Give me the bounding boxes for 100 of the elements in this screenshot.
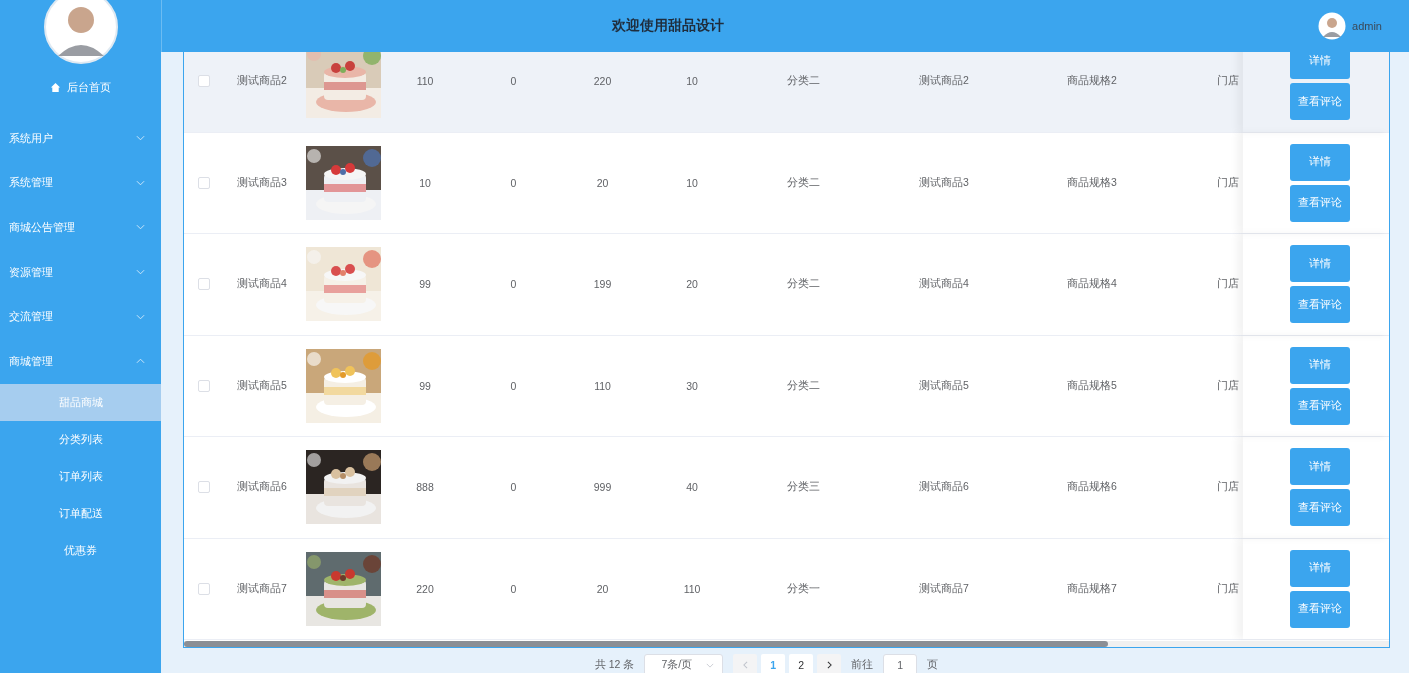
table-cell-text: 999: [592, 480, 613, 496]
home-link[interactable]: 后台首页: [0, 73, 161, 101]
submenu-item[interactable]: 分类列表: [0, 420, 161, 458]
table-cell-text: 分类二: [785, 377, 821, 393]
table-cell-text: 测试商品6: [918, 479, 970, 495]
table-cell-text: 分类三: [785, 479, 821, 495]
action-button[interactable]: 查看评论: [1289, 83, 1350, 121]
row-checkbox[interactable]: [198, 582, 210, 595]
page-input[interactable]: 1: [883, 654, 918, 673]
table-cell-text: 20: [595, 175, 610, 191]
row-checkbox[interactable]: [198, 379, 210, 392]
next-page-button[interactable]: [817, 654, 842, 673]
menu-label: 系统管理: [9, 175, 53, 191]
action-button[interactable]: 查看评论: [1289, 184, 1350, 222]
row-checkbox[interactable]: [198, 481, 210, 494]
table-cell-text: 测试商品3: [918, 174, 970, 190]
table-cell: 门店: [1217, 378, 1239, 393]
chevron-down-icon: [136, 313, 145, 320]
table-cell-text: 10: [418, 175, 432, 191]
menu-item[interactable]: 商城公告管理: [0, 205, 161, 250]
action-button[interactable]: 详情: [1289, 346, 1350, 384]
action-button[interactable]: 详情: [1289, 549, 1350, 587]
table-cell-text: 99: [418, 277, 432, 293]
table-cell-text: 220: [592, 74, 613, 90]
action-button[interactable]: 详情: [1289, 52, 1350, 80]
submenu-item[interactable]: 订单列表: [0, 457, 161, 495]
table-cell-text: 测试商品7: [918, 580, 970, 596]
action-button[interactable]: 详情: [1289, 143, 1350, 181]
table-cell-text: 分类一: [785, 580, 821, 596]
table-cell-text: 商品规格2: [1066, 73, 1118, 89]
page-size-select[interactable]: 7条/页: [644, 654, 724, 673]
action-button[interactable]: 查看评论: [1289, 489, 1350, 527]
menu-item[interactable]: 系统用户: [0, 116, 161, 161]
table-cell: 门店: [1217, 480, 1239, 495]
table-cell-text: 20: [595, 581, 610, 597]
menu-item[interactable]: 资源管理: [0, 249, 161, 295]
row-checkbox[interactable]: [198, 75, 210, 88]
avatar-icon[interactable]: [1318, 12, 1347, 40]
scrollbar-thumb[interactable]: [184, 641, 1108, 647]
avatar-icon: [43, 0, 118, 64]
submenu-item[interactable]: 优惠券: [0, 531, 161, 569]
row-checkbox[interactable]: [198, 278, 210, 291]
goto-label: 前往: [851, 658, 874, 672]
menu-label: 系统用户: [9, 130, 53, 146]
submenu-item[interactable]: 订单配送: [0, 494, 161, 532]
menu-label: 交流管理: [9, 309, 53, 325]
action-button[interactable]: 查看评论: [1289, 590, 1350, 628]
table-cell-text: 0: [509, 581, 518, 597]
total-count: 共 12 条: [594, 658, 635, 672]
scrollbar[interactable]: [184, 641, 1389, 647]
table-cell-text: 30: [685, 378, 699, 394]
menu-label: 商城管理: [9, 353, 53, 369]
table-cell-text: 测试商品4: [918, 276, 970, 292]
table-cell-text: 商品规格5: [1066, 377, 1118, 393]
table-cell-text: 110: [682, 581, 702, 597]
submenu-item[interactable]: 甜品商城: [0, 383, 161, 421]
table-cell-text: 0: [509, 480, 518, 496]
table-cell-text: 40: [685, 480, 699, 496]
table-cell-text: 888: [415, 480, 435, 496]
table-cell: 门店: [1217, 74, 1239, 89]
table-cell-text: 0: [509, 175, 518, 191]
table-cell-text: 110: [593, 378, 612, 394]
chevron-up-icon: [136, 358, 145, 365]
menu-label: 资源管理: [9, 264, 53, 280]
chevron-down-icon: [136, 179, 145, 186]
page-title: 欢迎使用甜品设计: [612, 17, 724, 35]
action-button[interactable]: 详情: [1289, 245, 1350, 283]
chevron-right-icon: [826, 661, 832, 669]
page-button[interactable]: 2: [789, 654, 814, 673]
page-button[interactable]: 1: [761, 654, 786, 673]
chevron-down-icon: [136, 269, 145, 276]
table-cell-text: 商品规格4: [1066, 276, 1118, 292]
table-cell-text: 测试商品4: [236, 276, 288, 292]
menu-item[interactable]: 商城管理: [0, 338, 161, 384]
table-cell-text: 测试商品2: [236, 73, 288, 89]
chevron-down-icon: [136, 224, 145, 231]
table-cell-text: 0: [509, 378, 518, 394]
prev-page-button[interactable]: [733, 654, 758, 673]
table-cell-text: 测试商品2: [918, 73, 970, 89]
table-cell-text: 商品规格7: [1066, 580, 1118, 596]
row-checkbox[interactable]: [198, 176, 210, 189]
table-cell-text: 测试商品3: [236, 174, 288, 190]
table-cell-text: 测试商品7: [236, 580, 288, 596]
page-suffix: 页: [927, 658, 939, 672]
home-icon: [50, 81, 61, 93]
action-button[interactable]: 详情: [1289, 448, 1350, 486]
action-button[interactable]: 查看评论: [1289, 286, 1350, 324]
user-name[interactable]: admin: [1352, 20, 1382, 32]
table-cell-text: 0: [509, 74, 518, 90]
table-cell-text: 测试商品5: [918, 377, 970, 393]
table-cell-text: 0: [509, 277, 518, 293]
table-cell-text: 10: [685, 175, 699, 191]
table-cell-text: 220: [415, 581, 435, 597]
table-cell-text: 99: [418, 378, 432, 394]
action-button[interactable]: 查看评论: [1289, 387, 1350, 425]
table-cell-text: 商品规格6: [1066, 479, 1118, 495]
menu-item[interactable]: 交流管理: [0, 294, 161, 339]
home-label: 后台首页: [67, 79, 111, 95]
menu-item[interactable]: 系统管理: [0, 160, 161, 206]
table-cell-text: 分类二: [785, 174, 821, 190]
